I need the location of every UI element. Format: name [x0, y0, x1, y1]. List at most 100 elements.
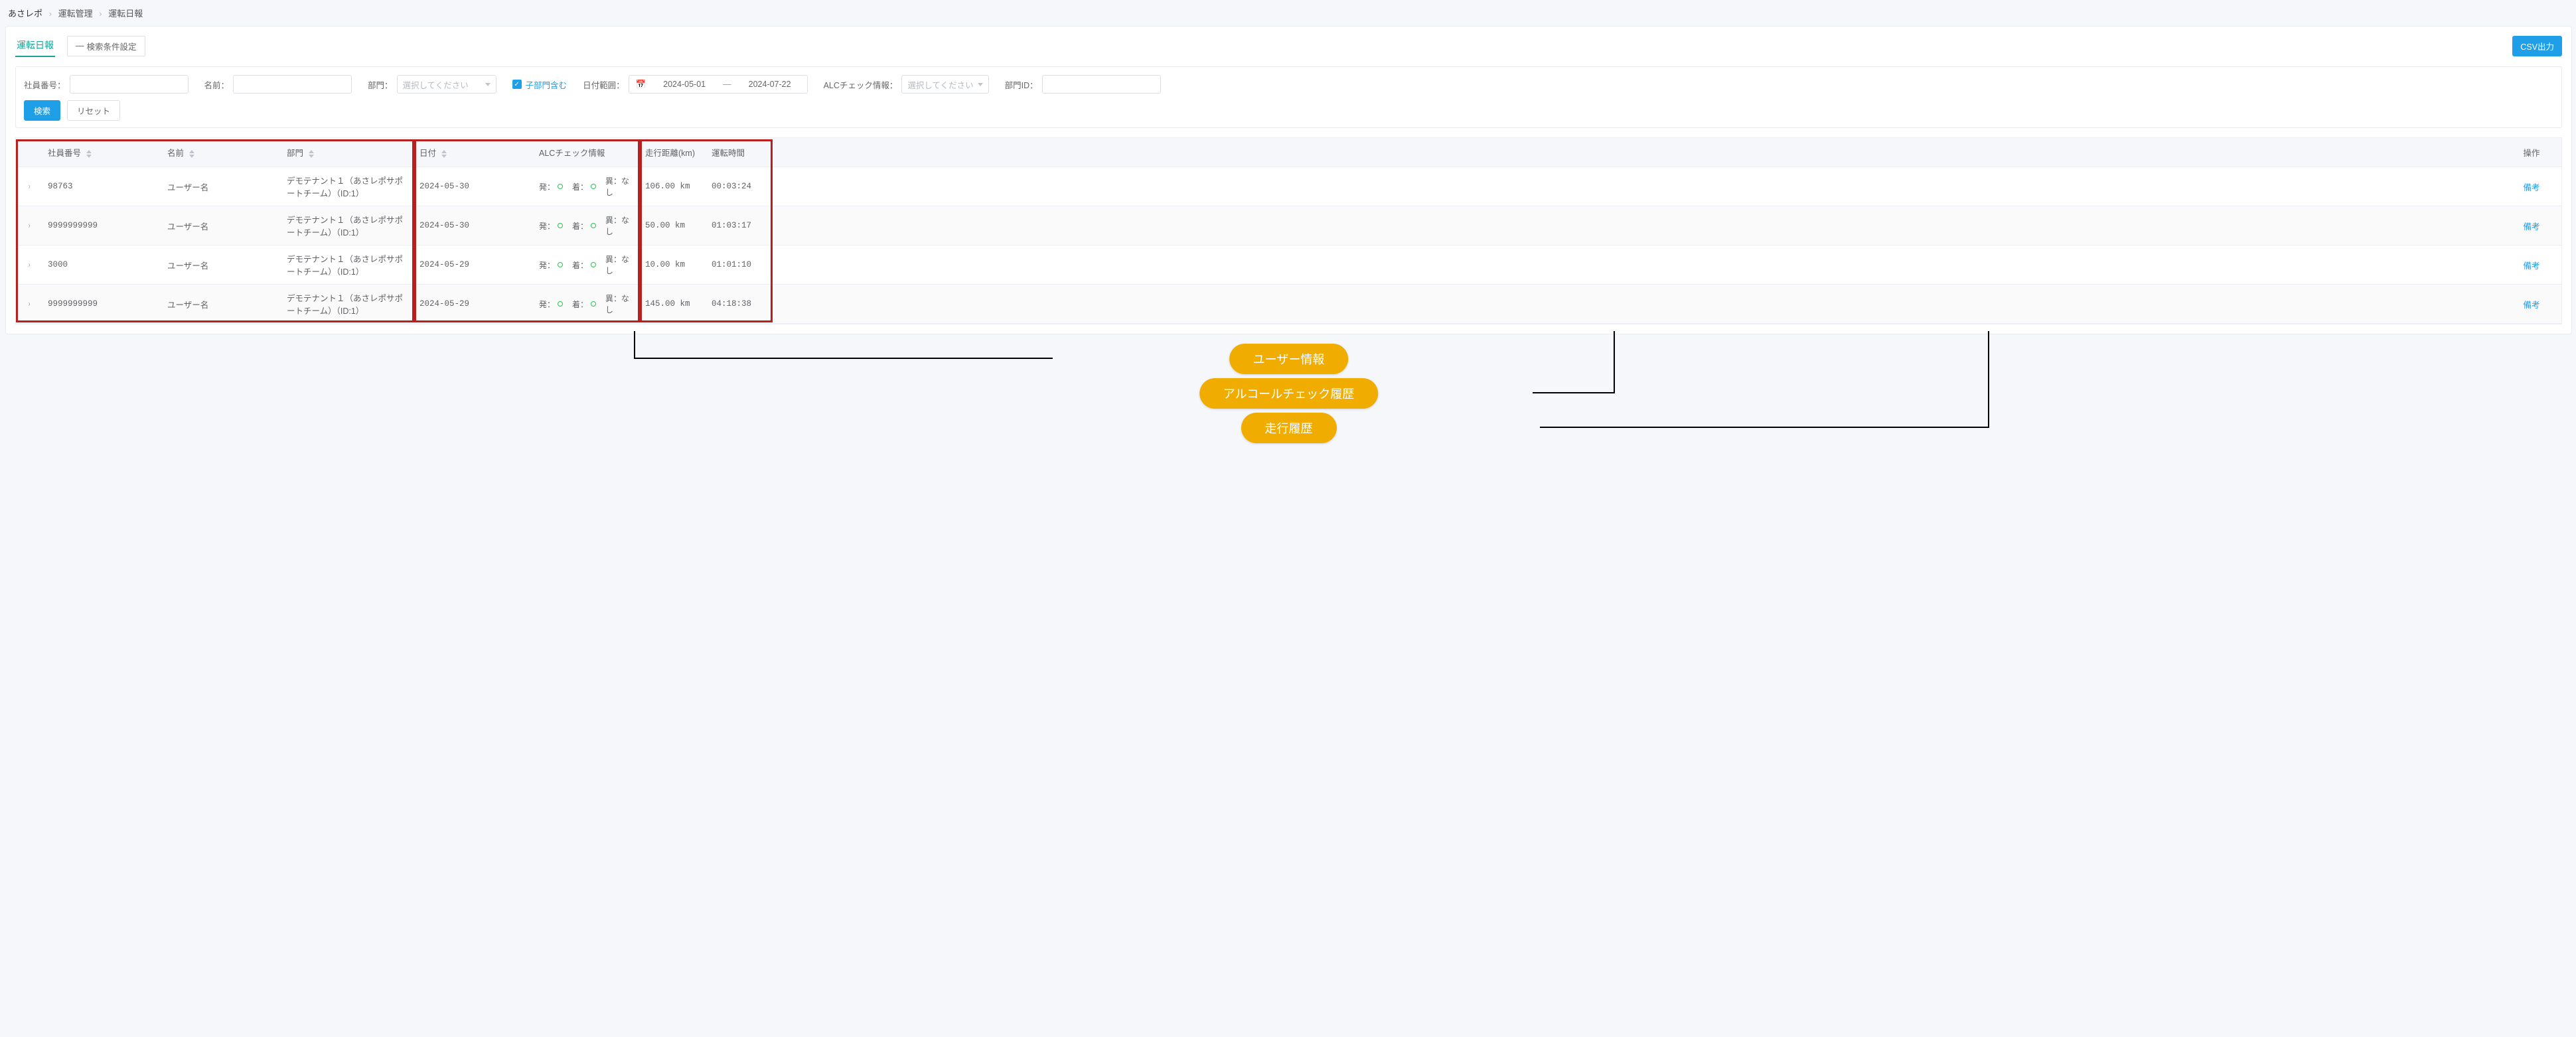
label-dept: 部門：	[368, 78, 393, 91]
cell-date: 2024-05-29	[414, 285, 534, 324]
chevron-right-icon: ›	[95, 9, 106, 19]
date-range-picker[interactable]: 📅 2024-05-01 — 2024-07-22	[629, 75, 808, 94]
status-ok-icon	[558, 262, 563, 267]
col-emp[interactable]: 社員番号	[42, 138, 162, 167]
cell-alc: 発：着：異：なし	[534, 167, 640, 206]
col-name-label: 名前	[167, 149, 184, 158]
cell-dist: 50.00 km	[640, 206, 706, 245]
status-ok-icon	[558, 184, 563, 189]
breadcrumb-section[interactable]: 運転管理	[58, 9, 93, 19]
cell-date: 2024-05-30	[414, 167, 534, 206]
remarks-link[interactable]: 備考	[2523, 261, 2539, 271]
csv-export-button[interactable]: CSV出力	[2512, 36, 2562, 56]
search-settings-label: 検索条件設定	[87, 40, 137, 52]
sub-dept-checkbox[interactable]: ✓	[512, 80, 522, 89]
remarks-link[interactable]: 備考	[2523, 301, 2539, 310]
date-start: 2024-05-01	[654, 80, 715, 89]
cell-dept: デモテナント１（あさレポサポートチーム）（ID:1）	[281, 206, 414, 245]
alc-select[interactable]: 選択してください	[901, 75, 988, 94]
col-alc: ALCチェック情報	[534, 138, 640, 167]
cell-dept: デモテナント１（あさレポサポートチーム）（ID:1）	[281, 245, 414, 285]
cell-name: ユーザー名	[162, 206, 281, 245]
cell-name: ユーザー名	[162, 285, 281, 324]
connector-line	[1540, 331, 1989, 428]
sort-icon[interactable]	[189, 149, 194, 159]
label-name: 名前：	[204, 78, 230, 91]
cell-alc: 発： 着： 異：なし	[534, 245, 640, 285]
cell-dist: 145.00 km	[640, 285, 706, 324]
alc-dep-label: 発：	[539, 299, 555, 310]
cell-time: 04:18:38	[706, 285, 773, 324]
remarks-link[interactable]: 備考	[2523, 183, 2539, 192]
status-ok-icon	[591, 223, 596, 228]
cell-emp: 9999999999	[42, 206, 162, 245]
col-date-label: 日付	[419, 149, 436, 158]
connector-line	[634, 331, 1052, 359]
cell-time: 01:01:10	[706, 245, 773, 285]
cell-dept: デモテナント１（あさレポサポートチーム）（ID:1）	[281, 167, 414, 206]
sort-icon[interactable]	[86, 149, 92, 159]
remarks-link[interactable]: 備考	[2523, 222, 2539, 232]
breadcrumb-page: 運転日報	[108, 9, 143, 19]
table-row: › 3000ユーザー名デモテナント１（あさレポサポートチーム）（ID:1）2024…	[16, 245, 2561, 285]
sort-icon[interactable]	[309, 149, 314, 159]
cell-time: 01:03:17	[706, 206, 773, 245]
main-panel: 運転日報 — 検索条件設定 CSV出力 社員番号： 名前： 部門：	[5, 26, 2572, 334]
alc-arr-label: 着：	[572, 181, 588, 192]
status-ok-icon	[558, 223, 563, 228]
cell-emp: 9999999999	[42, 285, 162, 324]
label-alc: ALCチェック情報：	[824, 78, 898, 91]
cell-name: ユーザー名	[162, 245, 281, 285]
label-dept-id: 部門ID：	[1005, 78, 1038, 91]
breadcrumb-root[interactable]: あさレポ	[8, 9, 42, 19]
col-dept[interactable]: 部門	[281, 138, 414, 167]
alc-placeholder: 選択してください	[907, 78, 973, 91]
sub-dept-label[interactable]: 子部門含む	[526, 78, 568, 91]
sort-icon[interactable]	[441, 149, 447, 159]
reset-button[interactable]: リセット	[67, 100, 120, 121]
cell-date: 2024-05-30	[414, 206, 534, 245]
cell-dist: 106.00 km	[640, 167, 706, 206]
col-dist: 走行距離(km)	[640, 138, 706, 167]
alc-abn-label: 異：なし	[605, 253, 635, 276]
search-button[interactable]: 検索	[24, 100, 60, 121]
alc-dep-label: 発：	[539, 220, 555, 232]
cell-emp: 98763	[42, 167, 162, 206]
cell-date: 2024-05-29	[414, 245, 534, 285]
alc-abn-label: 異：なし	[605, 293, 635, 315]
col-name[interactable]: 名前	[162, 138, 281, 167]
col-emp-label: 社員番号	[48, 149, 81, 158]
status-ok-icon	[591, 184, 596, 189]
results-table: 社員番号 名前 部門	[15, 137, 2562, 324]
cell-alc: 発：着：異：なし	[534, 206, 640, 245]
dept-placeholder: 選択してください	[403, 78, 469, 91]
annotation-travel-history: 走行履歴	[1241, 413, 1337, 443]
col-date[interactable]: 日付	[414, 138, 534, 167]
search-settings-button[interactable]: — 検索条件設定	[67, 36, 145, 56]
cell-dist: 10.00 km	[640, 245, 706, 285]
alc-abn-label: 異：なし	[605, 214, 635, 237]
dept-id-input[interactable]	[1042, 75, 1161, 94]
annotation-alc-history: アルコールチェック履歴	[1199, 378, 1378, 409]
expand-row-icon[interactable]: ›	[29, 182, 31, 191]
alc-arr-label: 着：	[572, 259, 588, 271]
chevron-right-icon: ›	[45, 9, 56, 19]
expand-row-icon[interactable]: ›	[29, 221, 31, 230]
annotation-user-info: ユーザー情報	[1229, 344, 1349, 374]
col-dept-label: 部門	[287, 149, 303, 158]
alc-dep-label: 発：	[539, 181, 555, 192]
expand-row-icon[interactable]: ›	[29, 299, 31, 309]
status-ok-icon	[558, 301, 563, 307]
cell-emp: 3000	[42, 245, 162, 285]
alc-dep-label: 発：	[539, 259, 555, 271]
dept-select[interactable]: 選択してください	[397, 75, 496, 94]
name-input[interactable]	[233, 75, 352, 94]
label-date-range: 日付範囲：	[583, 78, 625, 91]
col-op: 操作	[2502, 138, 2561, 167]
cell-dept: デモテナント１（あさレポサポートチーム）（ID:1）	[281, 285, 414, 324]
alc-arr-label: 着：	[572, 299, 588, 310]
label-emp-no: 社員番号：	[24, 78, 66, 91]
tab-driving-report[interactable]: 運転日報	[15, 35, 55, 57]
emp-no-input[interactable]	[70, 75, 189, 94]
expand-row-icon[interactable]: ›	[29, 260, 31, 269]
